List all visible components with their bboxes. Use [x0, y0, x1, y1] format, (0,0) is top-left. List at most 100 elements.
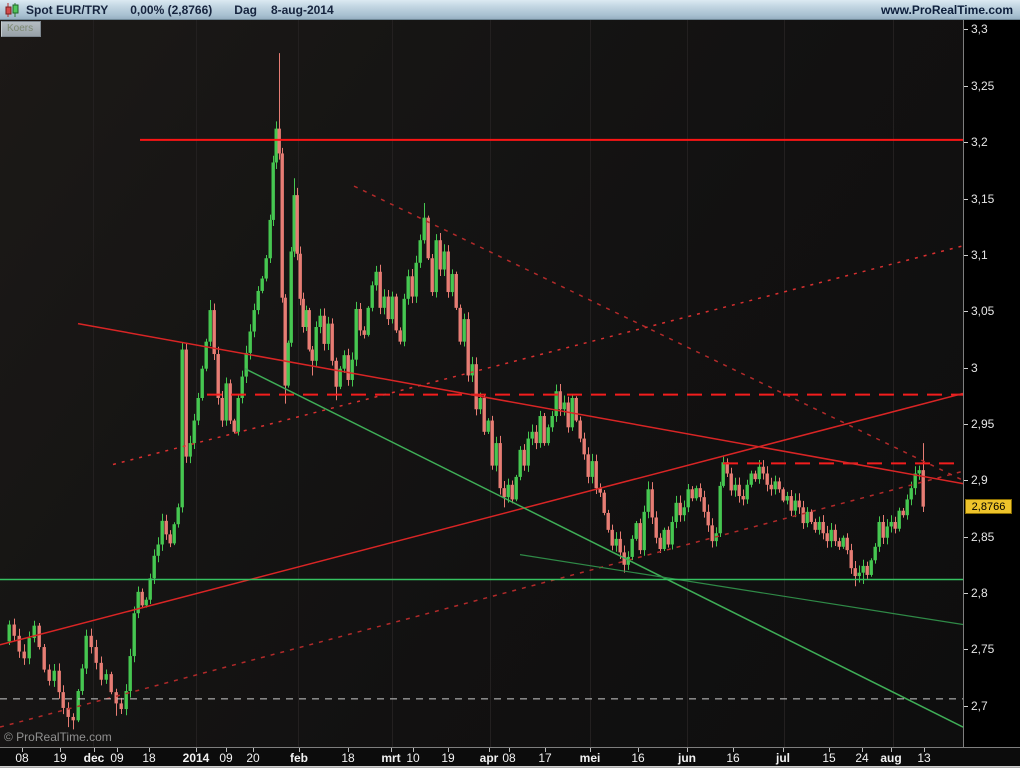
price-axis-label: 3,3 [971, 23, 988, 35]
time-axis-label: mrt [381, 751, 400, 765]
price-axis-tick [964, 649, 968, 650]
price-axis[interactable]: 2,8766 3,33,253,23,153,13,0532,952,92,85… [963, 20, 1020, 747]
chart-canvas[interactable] [0, 20, 963, 747]
candle-body [302, 299, 305, 327]
candle-body [858, 573, 861, 576]
time-axis-label: 16 [726, 751, 739, 765]
candle-body [719, 486, 722, 533]
candle-body [281, 153, 284, 297]
candle-body [399, 330, 402, 341]
candle-body [487, 421, 490, 432]
price-axis-tick [964, 593, 968, 594]
price-axis-tick [964, 29, 968, 30]
time-axis-label: 15 [822, 751, 835, 765]
candle-body [90, 636, 93, 647]
candle-body [165, 521, 168, 535]
candle-body [351, 360, 354, 380]
price-axis-label: 3,2 [971, 136, 988, 148]
candle-body [62, 692, 65, 708]
candle-body [323, 316, 326, 344]
time-axis-label: jul [776, 751, 790, 765]
candle-body [18, 636, 21, 652]
price-axis-tick [964, 199, 968, 200]
price-axis-tick [964, 424, 968, 425]
candle-body [153, 556, 156, 579]
candle-body [842, 538, 845, 547]
candle-body [778, 481, 781, 489]
candle-body [595, 461, 598, 488]
candle-body [85, 636, 88, 669]
time-axis-label: 08 [15, 751, 28, 765]
candle-body [287, 343, 290, 386]
candle-body [786, 496, 789, 501]
copyright-watermark: © ProRealTime.com [4, 730, 112, 744]
candle-body [311, 350, 314, 361]
candle-body [834, 530, 837, 541]
candle-body [918, 470, 921, 473]
candle-body [253, 310, 256, 331]
candle-body [667, 530, 670, 545]
candle-body [563, 403, 566, 410]
candle-body [13, 625, 16, 636]
candle-body [762, 467, 765, 474]
candle-body [278, 129, 281, 154]
date-label: 8-aug-2014 [271, 3, 334, 17]
candle-body [105, 674, 108, 680]
trendline-red-dotted-descending-from-march-top [354, 186, 963, 480]
price-axis-label: 3 [971, 362, 978, 374]
candle-body [822, 522, 825, 533]
candle-body [53, 671, 56, 681]
candle-body [647, 489, 650, 512]
candle-body [798, 501, 801, 508]
candle-body [631, 539, 634, 557]
candle-body [734, 485, 737, 491]
candle-body [110, 674, 113, 692]
candle-body [205, 342, 208, 369]
candle-body [120, 703, 123, 709]
candle-body [471, 364, 474, 375]
candle-body [257, 291, 260, 310]
candle-body [794, 501, 797, 511]
candle-body [707, 512, 710, 526]
candle-body [379, 272, 382, 308]
candle-body [687, 489, 690, 507]
candle-body [141, 592, 144, 606]
candle-body [363, 330, 366, 335]
candle-body [575, 398, 578, 421]
tab-koers[interactable]: Koers [1, 21, 41, 37]
candle-body [503, 488, 506, 497]
candlestick-icon [4, 3, 20, 17]
candle-body [683, 507, 686, 515]
candle-body [359, 309, 362, 330]
candle-body [72, 717, 75, 720]
candle-body [411, 276, 414, 296]
candle-body [367, 308, 370, 335]
candle-body [639, 523, 642, 550]
candle-body [129, 656, 132, 691]
candle-body [846, 538, 849, 550]
candle-body [383, 297, 386, 308]
candle-body [766, 474, 769, 485]
candle-body [201, 369, 204, 398]
candle-body [209, 310, 212, 342]
time-axis-label: 09 [219, 751, 232, 765]
candle-body [659, 538, 662, 549]
candle-body [607, 513, 610, 530]
candle-body [615, 539, 618, 546]
candle-body [407, 276, 410, 299]
candle-body [699, 488, 702, 497]
candle-body [115, 692, 118, 703]
candle-body [874, 547, 877, 561]
candle-body [559, 391, 562, 409]
price-axis-tick [964, 86, 968, 87]
change-percent: 0,00% (2,8766) [130, 3, 212, 17]
candle-body [43, 647, 46, 670]
chart-plot-area[interactable]: Koers © ProRealTime.com [0, 20, 963, 747]
candle-body [651, 489, 654, 517]
time-axis[interactable]: 0819dec091820140920feb18mrt1019apr0817me… [0, 747, 1020, 766]
candle-body [197, 398, 200, 421]
time-axis-label: 19 [53, 751, 66, 765]
candle-body [343, 355, 346, 369]
candle-body [730, 474, 733, 491]
candle-body [435, 240, 438, 292]
